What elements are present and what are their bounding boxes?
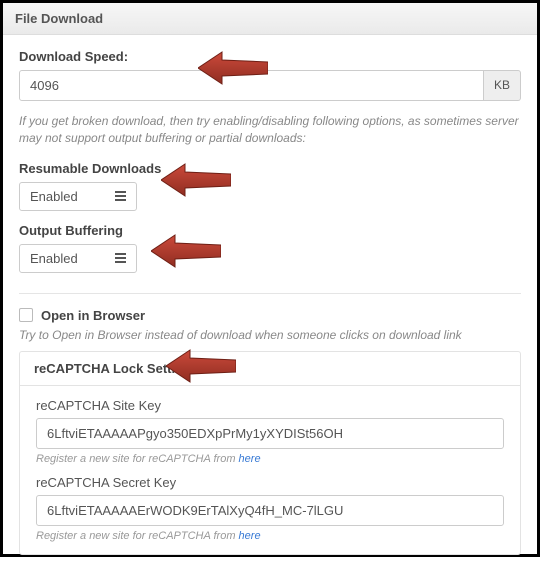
recaptcha-site-key-hint: Register a new site for reCAPTCHA from h… [36,453,504,465]
recaptcha-secret-key-input[interactable] [36,495,504,526]
open-in-browser-checkbox[interactable] [19,308,33,322]
buffering-dropdown[interactable]: Enabled [19,244,137,273]
resumable-selected: Enabled [30,189,78,204]
recaptcha-secret-key-label: reCAPTCHA Secret Key [36,475,504,490]
open-in-browser-label: Open in Browser [41,308,145,323]
divider [19,293,521,294]
panel-body: Download Speed: KB If you get broken dow… [3,35,537,565]
buffering-label: Output Buffering [19,223,521,238]
recaptcha-panel-title: reCAPTCHA Lock Settings [20,352,520,386]
recaptcha-panel-body: reCAPTCHA Site Key Register a new site f… [20,386,520,554]
recaptcha-register-link[interactable]: here [239,453,261,465]
download-speed-unit: KB [484,70,521,101]
menu-icon [115,251,126,265]
buffering-selected: Enabled [30,251,78,266]
download-speed-group: KB [19,70,521,101]
resumable-dropdown[interactable]: Enabled [19,182,137,211]
resumable-label: Resumable Downloads [19,161,521,176]
open-in-browser-help: Try to Open in Browser instead of downlo… [19,327,521,344]
menu-icon [115,189,126,203]
recaptcha-register-link[interactable]: here [239,530,261,542]
download-speed-input[interactable] [19,70,484,101]
broken-download-help: If you get broken download, then try ena… [19,113,521,147]
recaptcha-secret-key-hint: Register a new site for reCAPTCHA from h… [36,530,504,542]
recaptcha-panel: reCAPTCHA Lock Settings reCAPTCHA Site K… [19,351,521,555]
recaptcha-site-key-input[interactable] [36,418,504,449]
recaptcha-site-key-label: reCAPTCHA Site Key [36,398,504,413]
download-speed-label: Download Speed: [19,49,521,64]
panel-title: File Download [3,3,537,35]
open-in-browser-row: Open in Browser [19,308,521,323]
